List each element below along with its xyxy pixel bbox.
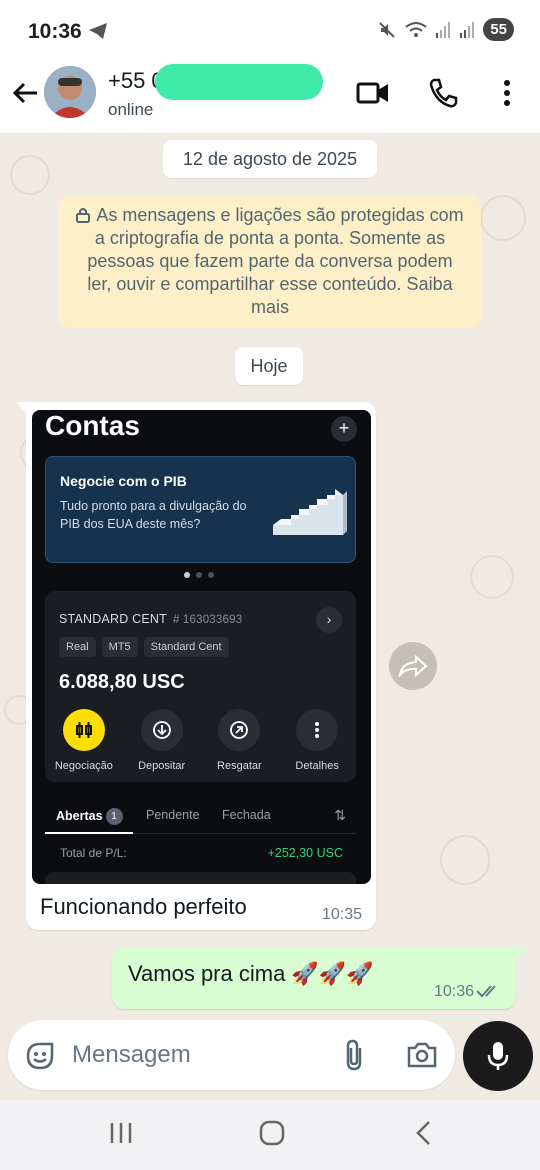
tag: Standard Cent	[143, 637, 229, 657]
back-arrow-icon[interactable]	[10, 78, 40, 108]
sticker-icon[interactable]	[24, 1040, 56, 1072]
add-account-icon: +	[331, 416, 357, 442]
outgoing-message[interactable]: Vamos pra cima 🚀🚀🚀 10:36	[112, 947, 516, 1009]
tag: MT5	[101, 637, 138, 657]
battery-level: 55	[483, 18, 514, 41]
voice-message-button[interactable]	[463, 1021, 533, 1091]
pl-label: Total de P/L:	[60, 846, 127, 860]
action-label: Resgatar	[217, 760, 262, 772]
bubble-tail	[516, 947, 528, 961]
message-time: 10:36	[433, 983, 474, 1000]
mic-icon	[487, 1042, 509, 1070]
account-tags: Real MT5 Standard Cent	[59, 637, 229, 657]
forward-icon	[398, 655, 428, 677]
video-call-icon[interactable]	[355, 76, 391, 110]
contact-status: online	[108, 100, 154, 119]
stairs-illustration	[273, 489, 347, 535]
more-vert-icon[interactable]	[490, 76, 526, 110]
account-actions: Negociação Depositar Resgatar Detalhes	[45, 709, 356, 772]
back-icon[interactable]	[412, 1120, 436, 1146]
phone-call-icon[interactable]	[426, 76, 462, 110]
status-icons: 55	[377, 18, 514, 41]
account-balance: 6.088,80 USC	[59, 671, 185, 693]
promo-text: Tudo pronto para a divulgação do PIB dos…	[60, 499, 247, 531]
withdraw-icon	[230, 721, 249, 739]
account-card: STANDARD CENT # 163033693 › Real MT5 Stan…	[45, 591, 356, 782]
tab-closed: Fechada	[222, 808, 271, 822]
open-count-badge: 1	[105, 808, 123, 825]
carousel-dots	[184, 572, 214, 578]
date-chip: 12 de agosto de 2025	[163, 140, 377, 178]
camera-icon[interactable]	[406, 1040, 438, 1070]
action-deposit: Depositar	[124, 709, 200, 772]
message-time: 10:35	[321, 906, 362, 923]
message-text: Vamos pra cima 🚀🚀🚀	[128, 961, 374, 986]
avatar[interactable]	[44, 66, 96, 118]
more-vert-icon	[315, 722, 320, 738]
message-input[interactable]	[72, 1038, 322, 1072]
encryption-text: As mensagens e ligações são protegidas c…	[87, 205, 464, 317]
position-card-peek	[45, 872, 356, 884]
tab-underline	[45, 832, 133, 834]
action-label: Detalhes	[295, 760, 339, 772]
tab-pending: Pendente	[146, 808, 200, 822]
read-receipt-icon	[476, 985, 496, 998]
encryption-notice[interactable]: As mensagens e ligações são protegidas c…	[59, 196, 481, 328]
message-caption: Funcionando perfeito	[40, 894, 247, 919]
candles-icon	[75, 722, 92, 738]
action-details: Detalhes	[279, 709, 355, 772]
promo-title: Negocie com o PIB	[60, 473, 187, 489]
today-chip: Hoje	[235, 347, 303, 385]
account-name: STANDARD CENT # 163033693	[59, 612, 243, 626]
tab-open: Abertas 1	[56, 808, 123, 825]
redaction-mask	[155, 64, 323, 100]
home-icon[interactable]	[258, 1120, 286, 1146]
signal-icon	[460, 21, 475, 38]
lock-icon	[76, 208, 91, 223]
incoming-message[interactable]: Contas + Negocie com o PIB Tudo pronto p…	[26, 402, 376, 930]
action-trade: Negociação	[46, 709, 122, 772]
attach-icon[interactable]	[340, 1038, 368, 1072]
status-time: 10:36	[28, 20, 82, 43]
deposit-icon	[152, 721, 171, 739]
sort-icon: ⇅	[334, 807, 346, 823]
account-number: # 163033693	[172, 614, 243, 626]
message-composer	[8, 1020, 455, 1090]
signal-icon	[436, 21, 451, 38]
status-bar: 10:36 55	[0, 0, 540, 62]
recents-icon[interactable]	[108, 1120, 134, 1146]
action-label: Depositar	[138, 760, 186, 772]
telegram-icon	[89, 23, 107, 39]
tag: Real	[59, 637, 96, 657]
pl-value: +252,30 USC	[267, 846, 343, 860]
chat-header: +55 0 online	[0, 62, 540, 134]
chevron-right-icon: ›	[316, 607, 342, 633]
forward-button[interactable]	[389, 642, 437, 690]
system-navbar	[0, 1100, 540, 1170]
screenshot-title: Contas	[45, 410, 140, 441]
image-attachment[interactable]: Contas + Negocie com o PIB Tudo pronto p…	[32, 410, 371, 884]
promo-banner: Negocie com o PIB Tudo pronto para a div…	[45, 456, 356, 563]
action-label: Negociação	[54, 760, 113, 772]
wifi-icon	[405, 21, 427, 37]
positions-tabs: Abertas 1 Pendente Fechada ⇅	[45, 804, 356, 834]
action-withdraw: Resgatar	[201, 709, 277, 772]
mute-icon	[379, 21, 396, 38]
